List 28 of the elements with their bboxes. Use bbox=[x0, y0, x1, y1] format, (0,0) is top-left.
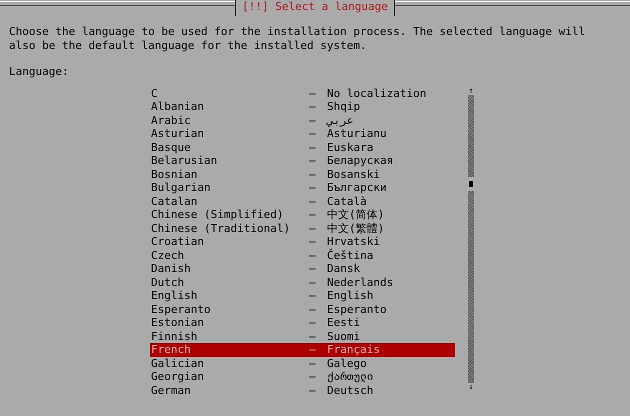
language-option[interactable]: Czech – Čeština bbox=[150, 248, 455, 262]
language-option[interactable]: Chinese (Traditional) – 中文(繁體) bbox=[150, 222, 455, 235]
language-option[interactable]: German – Deutsch bbox=[150, 384, 455, 397]
language-option[interactable]: Georgian – ქართული bbox=[150, 370, 455, 384]
language-option[interactable]: French – Français bbox=[150, 343, 455, 356]
list-label: Language: bbox=[9, 65, 70, 78]
dialog-description: Choose the language to be used for the installation process. The selected language will also be the default language for the installed system. bbox=[9, 25, 586, 52]
language-option[interactable]: Dutch – Nederlands bbox=[150, 276, 455, 289]
language-option[interactable]: Galician – Galego bbox=[150, 356, 455, 370]
language-option[interactable]: Danish – Dansk bbox=[150, 262, 455, 276]
dialog-title: [!!] Select a language bbox=[235, 0, 395, 16]
scroll-down-arrow[interactable]: ↓ bbox=[468, 382, 474, 390]
language-option[interactable]: Albanian – Shqip bbox=[150, 100, 455, 114]
language-option[interactable]: Catalan – Català bbox=[150, 194, 455, 208]
language-option[interactable]: Esperanto – Esperanto bbox=[150, 302, 455, 316]
language-option[interactable]: Asturian – Asturianu bbox=[150, 127, 455, 140]
scrollbar-thumb[interactable] bbox=[469, 180, 473, 186]
language-option[interactable]: Bulgarian – Български bbox=[150, 181, 455, 194]
language-option[interactable]: Estonian – Eesti bbox=[150, 316, 455, 330]
language-option[interactable]: Belarusian – Беларуская bbox=[150, 154, 455, 168]
language-option[interactable]: Basque – Euskara bbox=[150, 140, 455, 154]
scroll-up-arrow[interactable]: ↑ bbox=[468, 86, 474, 94]
language-option[interactable]: English – English bbox=[150, 289, 455, 302]
language-option[interactable]: Croatian – Hrvatski bbox=[150, 235, 455, 248]
language-option[interactable]: Finnish – Suomi bbox=[150, 330, 455, 343]
language-option[interactable]: C – No localization bbox=[150, 86, 455, 100]
language-option[interactable]: Chinese (Simplified) – 中文(简体) bbox=[150, 208, 455, 222]
language-option[interactable]: Bosnian – Bosanski bbox=[150, 168, 455, 181]
